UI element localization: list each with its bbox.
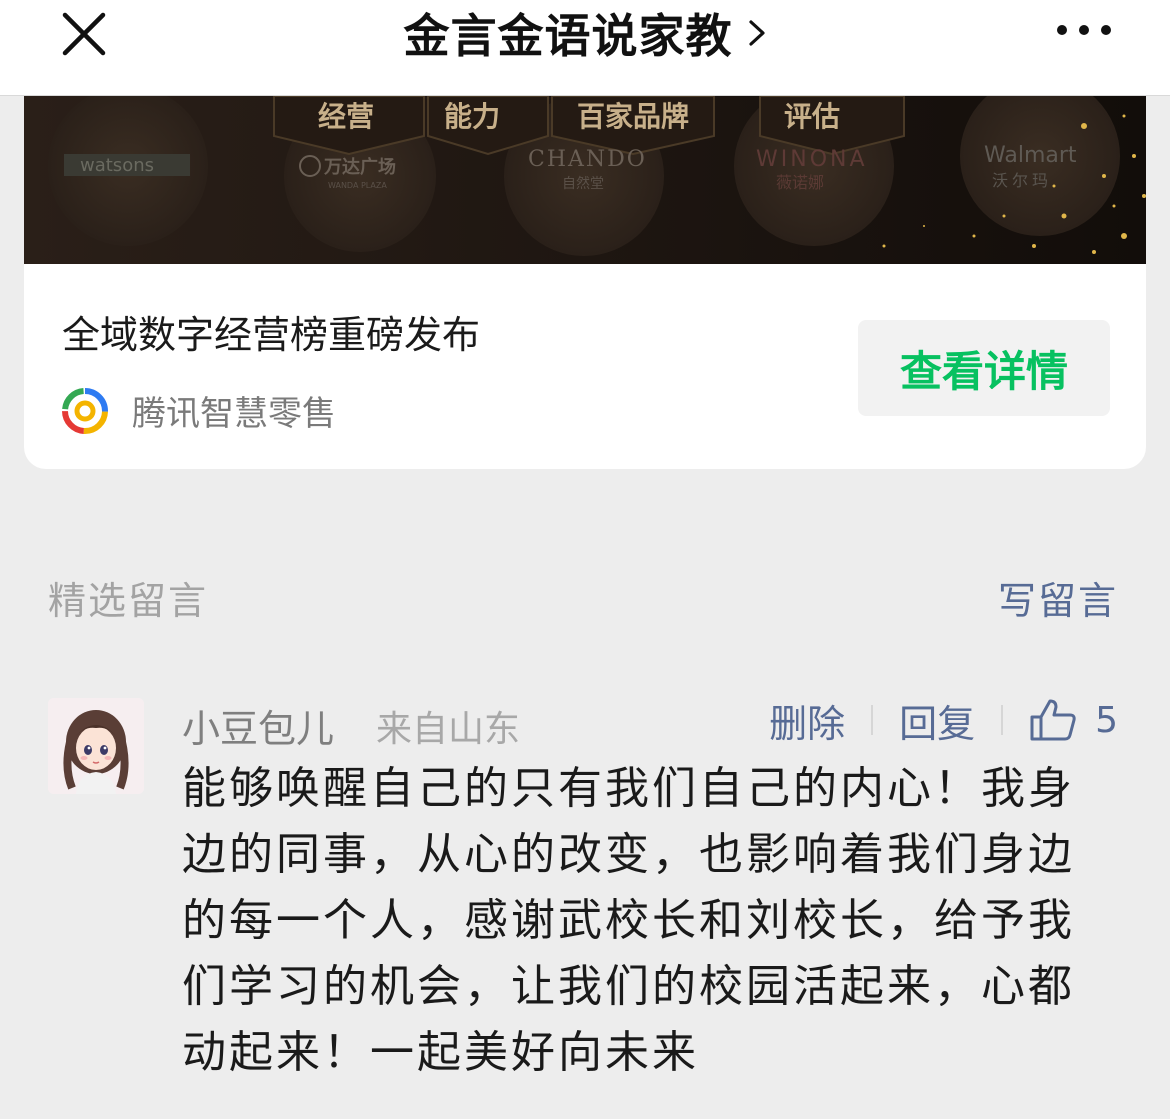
- more-dots-icon[interactable]: [1054, 18, 1114, 42]
- view-details-button[interactable]: 查看详情: [858, 320, 1110, 416]
- avatar[interactable]: [48, 698, 144, 794]
- comment-text: 能够唤醒自己的只有我们自己的内心！我身边的同事，从心的改变，也影响着我们身边的每…: [182, 763, 1075, 1078]
- divider: [1001, 705, 1004, 735]
- banner-tab-label: 能力: [444, 100, 500, 133]
- comments-header: 精选留言 写留言: [48, 570, 1118, 630]
- close-icon[interactable]: [56, 6, 112, 62]
- banner-tab-label: 百家品牌: [577, 100, 689, 133]
- comment-item: 小豆包儿 来自山东 删除 回复 5 能够唤醒自己的只有我们自己的内心！我身边的同…: [48, 696, 1118, 1116]
- featured-comments-title: 精选留言: [48, 579, 209, 623]
- account-title-link[interactable]: 金言金语说家教: [404, 0, 767, 66]
- brand-logo-text: Walmart: [984, 143, 1077, 168]
- brand-logo-text: 沃尔玛: [992, 171, 1052, 190]
- commenter-nickname[interactable]: 小豆包儿: [182, 698, 334, 753]
- ad-title[interactable]: 全域数字经营榜重磅发布: [62, 304, 480, 359]
- tencent-smart-retail-logo-icon: [62, 387, 108, 434]
- ad-source[interactable]: 腾讯智慧零售: [62, 386, 336, 435]
- page-title: 金言金语说家教: [403, 8, 733, 63]
- reply-button[interactable]: 回复: [899, 693, 975, 748]
- chevron-right-icon: [748, 19, 765, 46]
- top-bar: 金言金语说家教: [0, 0, 1170, 96]
- brand-logo-text: WANDA PLAZA: [328, 181, 387, 190]
- brand-logo-text: CHANDO: [528, 147, 647, 172]
- banner-tab-label: 经营: [318, 100, 374, 133]
- brand-logo-text: 薇诺娜: [776, 173, 824, 192]
- comment-actions: 删除 回复 5: [769, 696, 1118, 746]
- divider: [871, 705, 874, 735]
- ad-card[interactable]: 经营 能力 百家品牌 评估 watsons 万达广场 WANDA PLAZA C…: [24, 96, 1146, 469]
- ad-source-name: 腾讯智慧零售: [132, 394, 336, 434]
- like-button[interactable]: 5: [1029, 698, 1118, 742]
- like-count: 5: [1095, 699, 1118, 741]
- thumbs-up-icon: [1030, 699, 1076, 741]
- banner-tab-label: 评估: [784, 100, 840, 133]
- brand-logo-text: WINONA: [756, 147, 868, 172]
- brand-logo-text: watsons: [80, 155, 154, 176]
- commenter-location: 来自山东: [376, 709, 521, 750]
- write-comment-link[interactable]: 写留言: [998, 570, 1118, 625]
- brand-logo-text: 自然堂: [562, 175, 604, 192]
- brand-logo-text: 万达广场: [323, 156, 396, 178]
- ad-banner-image[interactable]: 经营 能力 百家品牌 评估 watsons 万达广场 WANDA PLAZA C…: [24, 96, 1146, 264]
- delete-button[interactable]: 删除: [769, 693, 845, 748]
